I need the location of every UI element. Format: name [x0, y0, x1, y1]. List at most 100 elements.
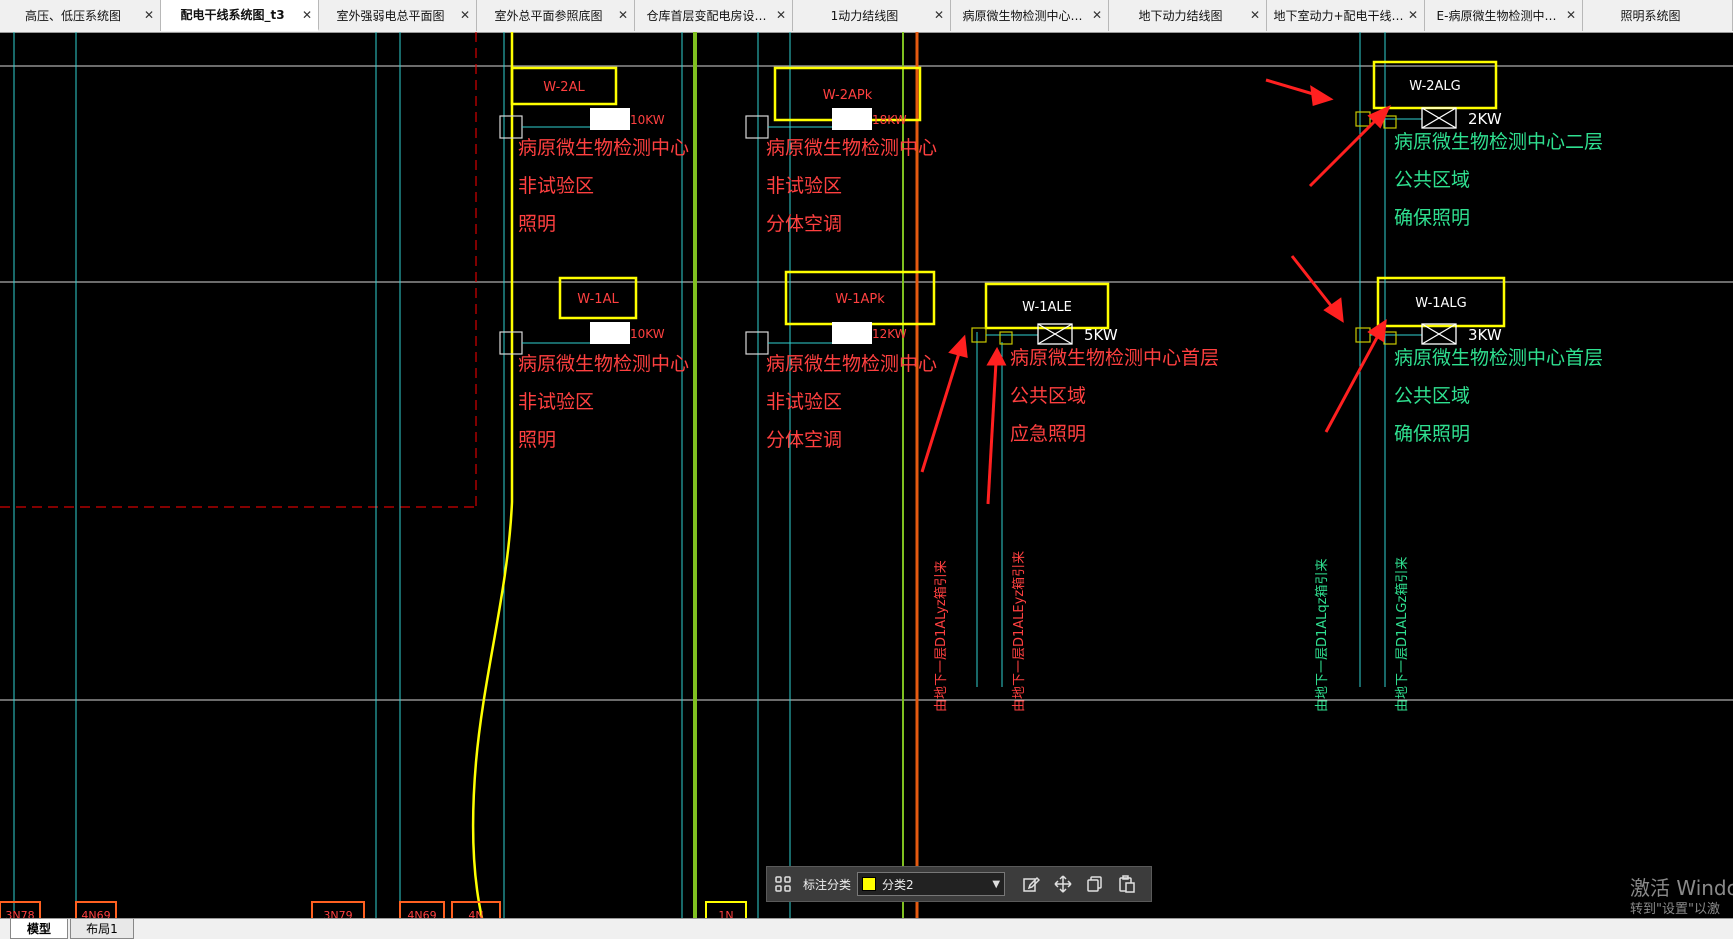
panel-id: W-1ALE — [1022, 300, 1072, 315]
close-icon[interactable]: ✕ — [1566, 8, 1576, 22]
document-tab-label: 配电干线系统图_t3 — [180, 8, 285, 22]
panel-description-line: 非试验区 — [518, 391, 594, 413]
edit-icon[interactable] — [1020, 873, 1042, 895]
panel-w-1al[interactable]: W-1AL 10KW 病原微生物检测中心非试验区照明 — [499, 276, 689, 451]
panel-groups: W-2AL10KW病原微生物检测中心非试验区照明W-2APk18KW病原微生物检… — [499, 60, 1603, 451]
panel-power: 2KW — [1468, 110, 1502, 128]
close-icon[interactable]: ✕ — [1250, 8, 1260, 22]
document-tab[interactable]: 仓库首层变配电房设… ✕ — [635, 0, 793, 31]
tab-layout1[interactable]: 布局1 — [70, 919, 134, 939]
windows-activation-subtitle: 转到"设置"以激 — [1630, 902, 1720, 917]
grid-icon[interactable] — [772, 873, 794, 895]
panel-description-line: 非试验区 — [766, 391, 842, 413]
panel-id: W-1ALG — [1415, 296, 1467, 311]
close-icon[interactable]: ✕ — [460, 8, 470, 22]
bottom-label: 3N78 — [5, 909, 34, 918]
bottom-label: 1N — [718, 909, 733, 918]
distribution-box-symbol — [832, 108, 872, 130]
panel-id: W-1APk — [835, 292, 885, 307]
panel-description-line: 病原微生物检测中心首层 — [1394, 347, 1603, 369]
panel-power: 18KW — [872, 113, 907, 127]
panel-description-line: 确保照明 — [1394, 423, 1470, 445]
windows-activation-title: 激活 Windo — [1630, 876, 1733, 900]
vertical-note-4: 由地下一层D1ALGz箱引来 — [1394, 557, 1410, 712]
selected-category: 分类2 — [882, 877, 914, 892]
document-tab-label: 室外强弱电总平面图 — [336, 9, 445, 23]
close-icon[interactable]: ✕ — [144, 8, 154, 22]
layout-tab-bar: 模型 布局1 — [0, 918, 1733, 939]
document-tab-label: 病原微生物检测中心… — [962, 9, 1083, 23]
panel-id: W-1AL — [577, 292, 619, 307]
breaker-square — [1355, 111, 1371, 127]
panel-w-2apk[interactable]: W-2APk 18KW 病原微生物检测中心非试验区分体空调 — [745, 66, 937, 235]
breaker-square — [745, 331, 769, 355]
document-tab[interactable]: 地下室动力+配电干线… ✕ — [1267, 0, 1425, 31]
document-tab[interactable]: E-病原微生物检测中… ✕ — [1425, 0, 1583, 31]
panel-w-2al[interactable]: W-2AL 10KW 病原微生物检测中心非试验区照明 — [499, 66, 689, 235]
panel-description-line: 公共区域 — [1394, 169, 1470, 191]
close-icon[interactable]: ✕ — [302, 8, 312, 22]
breaker-square — [745, 115, 769, 139]
close-icon[interactable]: ✕ — [1408, 8, 1418, 22]
panel-description-line: 分体空调 — [766, 213, 842, 235]
annotation-arrows — [920, 78, 1391, 505]
panel-power: 5KW — [1084, 326, 1118, 344]
panel-description-line: 公共区域 — [1394, 385, 1470, 407]
document-tab-label: 地下动力结线图 — [1138, 9, 1223, 23]
vertical-note-1: 由地下一层D1ALyz箱引来 — [933, 560, 949, 712]
panel-w-1apk[interactable]: W-1APk 12KW 病原微生物检测中心非试验区分体空调 — [745, 270, 937, 451]
document-tab[interactable]: 地下动力结线图 ✕ — [1109, 0, 1267, 31]
panel-power: 10KW — [630, 113, 665, 127]
panel-power: 12KW — [872, 327, 907, 341]
close-icon[interactable]: ✕ — [934, 8, 944, 22]
panel-w-1alg[interactable]: W-1ALG3KW 病原微生物检测中心首层公共区域确保照明 — [1355, 276, 1603, 445]
bottom-label-boxes: 3N78 4N69 3N79 4N69 4N 1N — [0, 901, 747, 918]
distribution-box-symbol — [590, 108, 630, 130]
panel-description-line: 病原微生物检测中心 — [518, 137, 689, 159]
tab-model[interactable]: 模型 — [10, 919, 68, 939]
move-icon[interactable] — [1052, 873, 1074, 895]
document-tab-label: 照明系统图 — [1620, 9, 1681, 23]
panel-w-1ale[interactable]: W-1ALE 5KW 病原微生物检测中心首层公共区域应急照明 — [971, 282, 1219, 445]
panel-description-line: 分体空调 — [766, 429, 842, 451]
annotation-toolbar: 标注分类 分类2 ▼ — [766, 866, 1152, 902]
annotation-category-label: 标注分类 — [803, 877, 852, 892]
paste-icon[interactable] — [1116, 873, 1138, 895]
bottom-label: 4N69 — [81, 909, 110, 918]
document-tab[interactable]: 1动力结线图 ✕ — [793, 0, 951, 31]
document-tab[interactable]: 室外总平面参照底图 ✕ — [477, 0, 635, 31]
bottom-label: 3N79 — [323, 909, 352, 918]
panel-description-line: 应急照明 — [1010, 423, 1086, 445]
document-tab[interactable]: 照明系统图 — [1583, 0, 1733, 31]
copy-icon[interactable] — [1084, 873, 1106, 895]
panel-description-line: 照明 — [518, 429, 556, 451]
panel-description-line: 病原微生物检测中心 — [518, 353, 689, 375]
panel-description-line: 确保照明 — [1394, 207, 1470, 229]
document-tab-label: 1动力结线图 — [830, 9, 899, 23]
vertical-note-3: 由地下一层D1ALqz箱引来 — [1314, 559, 1330, 713]
category-color-swatch — [862, 877, 877, 891]
close-icon[interactable]: ✕ — [618, 8, 628, 22]
annotation-category-select[interactable]: 分类2 ▼ — [857, 872, 1006, 896]
document-tab-label: E-病原微生物检测中… — [1436, 9, 1557, 23]
breaker-square — [971, 327, 987, 343]
close-icon[interactable]: ✕ — [1092, 8, 1102, 22]
document-tab-label: 地下室动力+配电干线… — [1273, 9, 1404, 23]
panel-power: 3KW — [1468, 326, 1502, 344]
vertical-note-2: 由地下一层D1ALEyz箱引来 — [1011, 551, 1027, 712]
panel-description-line: 病原微生物检测中心首层 — [1010, 347, 1219, 369]
breaker-square — [1355, 327, 1371, 343]
distribution-box-symbol — [832, 322, 872, 344]
panel-w-2alg[interactable]: W-2ALG 2KW 病原微生物检测中心二层公共区域确保照明 — [1355, 60, 1603, 229]
cad-drawing-canvas[interactable]: W-2AL10KW病原微生物检测中心非试验区照明W-2APk18KW病原微生物检… — [0, 32, 1733, 918]
bottom-label: 4N69 — [407, 909, 436, 918]
panel-description-line: 公共区域 — [1010, 385, 1086, 407]
close-icon[interactable]: ✕ — [776, 8, 786, 22]
panel-id: W-2AL — [543, 80, 585, 95]
distribution-box-symbol — [590, 322, 630, 344]
chevron-down-icon: ▼ — [992, 878, 1001, 890]
document-tab[interactable]: 室外强弱电总平面图 ✕ — [319, 0, 477, 31]
document-tab[interactable]: 高压、低压系统图 ✕ — [0, 0, 161, 31]
document-tab[interactable]: 病原微生物检测中心… ✕ — [951, 0, 1109, 31]
document-tab[interactable]: 配电干线系统图_t3 ✕ — [161, 0, 319, 31]
